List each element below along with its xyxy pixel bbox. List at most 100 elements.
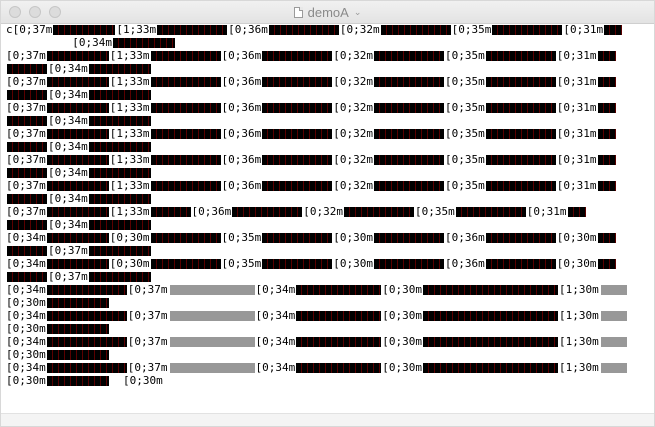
- block-glyphs: [7, 271, 47, 282]
- ansi-segment: [0;31m: [557, 127, 617, 140]
- ansi-segment: [0;37m: [6, 75, 110, 88]
- window-title-area[interactable]: demoA ⌄: [1, 1, 654, 23]
- terminal-line: [0;37m [1;33m [0;36m [0;32m [0;35m [0;31m: [6, 49, 648, 62]
- ansi-segment: [1;33m: [110, 179, 222, 192]
- block-glyphs: [46, 102, 109, 113]
- ansi-segment: [1;33m: [110, 153, 222, 166]
- block-glyphs: [485, 76, 556, 87]
- block-glyphs: [380, 24, 451, 35]
- ansi-segment: [0;34m: [6, 231, 110, 244]
- ansi-code-text: [0;30m: [109, 257, 150, 270]
- ansi-segment: [0;31m: [563, 23, 623, 36]
- terminal-line: [0;34m: [6, 62, 648, 75]
- ansi-segment: [0;37m: [48, 270, 152, 283]
- ansi-code-text: [0;34m: [48, 166, 88, 179]
- ansi-segment: [0;30m: [110, 231, 222, 244]
- block-glyphs: [374, 50, 444, 61]
- block-glyphs: [88, 271, 151, 282]
- ansi-code-text: [0;35m: [445, 49, 485, 62]
- block-glyphs: [46, 232, 109, 243]
- block-glyphs: [46, 50, 109, 61]
- ansi-code-text: [0;35m: [445, 127, 485, 140]
- ansi-segment: [1;30m: [559, 283, 628, 296]
- ansi-segment: [0;34m: [48, 114, 152, 127]
- ansi-segment: [6, 89, 48, 100]
- block-glyphs: [423, 336, 558, 347]
- block-glyphs: [597, 232, 616, 243]
- ansi-segment: [0;30m: [333, 257, 445, 270]
- ansi-code-text: [1;33m: [109, 49, 150, 62]
- ansi-code-text: [0;35m: [451, 23, 492, 36]
- ansi-code-text: [0;32m: [333, 127, 373, 140]
- block-glyphs: [597, 180, 616, 191]
- block-glyphs: [268, 24, 339, 35]
- ansi-code-text: [0;34m: [255, 361, 296, 374]
- ansi-code-text: [0;37m: [127, 361, 168, 374]
- ansi-code-text: [0;37m: [6, 127, 46, 140]
- block-glyphs: [88, 167, 151, 178]
- block-glyphs: [46, 297, 109, 308]
- block-glyphs: [150, 50, 221, 61]
- horizontal-scrollbar[interactable]: [1, 413, 654, 426]
- block-glyphs: [150, 154, 221, 165]
- block-glyphs: [150, 258, 221, 269]
- ansi-code-text: [0;32m: [333, 153, 373, 166]
- ansi-segment: [0;34m: [6, 257, 110, 270]
- ansi-segment: c[0;37m: [6, 23, 116, 36]
- ansi-segment: [0;30m: [6, 296, 110, 309]
- ansi-code-text: [0;34m: [255, 309, 296, 322]
- ansi-code-text: [1;33m: [109, 75, 150, 88]
- block-glyphs: [262, 180, 333, 191]
- ansi-code-text: [0;30m: [109, 231, 150, 244]
- ansi-segment: [0;30m: [382, 309, 559, 322]
- ansi-segment: [0;32m: [333, 75, 445, 88]
- ansi-code-text: [0;34m: [6, 231, 46, 244]
- terminal-line: [0;37m: [6, 270, 648, 283]
- chevron-down-icon[interactable]: ⌄: [354, 7, 362, 18]
- block-glyphs: [374, 76, 444, 87]
- ansi-segment: [0;37m: [6, 101, 110, 114]
- ansi-segment: [0;35m: [222, 231, 334, 244]
- block-glyphs: [485, 258, 556, 269]
- ansi-code-text: [1;30m: [559, 283, 599, 296]
- block-glyphs: [374, 232, 444, 243]
- ansi-segment: [0;36m: [445, 257, 557, 270]
- ansi-segment: [0;37m: [128, 361, 256, 374]
- ansi-code-text: [0;32m: [303, 205, 343, 218]
- ansi-segment: [1;30m: [559, 361, 628, 374]
- ansi-code-text: [0;30m: [6, 348, 46, 361]
- block-glyphs: [296, 336, 382, 347]
- block-glyphs: [150, 128, 221, 139]
- block-glyphs: [88, 89, 151, 100]
- terminal-line: [0;34m [0;30m [0;35m [0;30m [0;36m [0;30m: [6, 257, 648, 270]
- block-glyphs: [157, 24, 228, 35]
- block-glyphs: [374, 128, 444, 139]
- ansi-code-text: [0;35m: [445, 75, 485, 88]
- ansi-segment: [6, 167, 48, 178]
- ansi-code-text: [0;35m: [445, 179, 485, 192]
- ansi-code-text: [0;36m: [221, 179, 262, 192]
- ansi-code-text: [0;37m: [48, 270, 88, 283]
- ansi-code-text: [0;36m: [445, 231, 485, 244]
- ansi-segment: [0;32m: [333, 127, 445, 140]
- ansi-code-text: c[0;37m: [6, 23, 53, 36]
- ansi-segment: [0;35m: [445, 153, 557, 166]
- ansi-code-text: [0;35m: [415, 205, 455, 218]
- block-glyphs: [374, 258, 444, 269]
- ansi-code-text: [0;34m: [6, 335, 46, 348]
- block-glyphs: [7, 193, 47, 204]
- block-glyphs: [88, 219, 151, 230]
- ansi-code-text: [1;33m: [109, 153, 150, 166]
- block-glyphs: [7, 141, 47, 152]
- block-glyphs: [46, 128, 109, 139]
- ansi-segment: [0;34m: [48, 88, 152, 101]
- title-bar: demoA ⌄: [1, 1, 654, 24]
- ansi-segment: [0;36m: [445, 231, 557, 244]
- ansi-segment: [0;31m: [527, 205, 587, 218]
- dotted-block-glyphs: [168, 284, 255, 295]
- ansi-code-text: [0;37m: [6, 49, 46, 62]
- ansi-code-text: [0;34m: [48, 218, 88, 231]
- block-glyphs: [423, 310, 558, 321]
- terminal-output[interactable]: c[0;37m [1;33m [0;36m [0;32m [0;35m [0;31m [0…: [1, 23, 654, 426]
- dotted-block-glyphs: [599, 362, 627, 373]
